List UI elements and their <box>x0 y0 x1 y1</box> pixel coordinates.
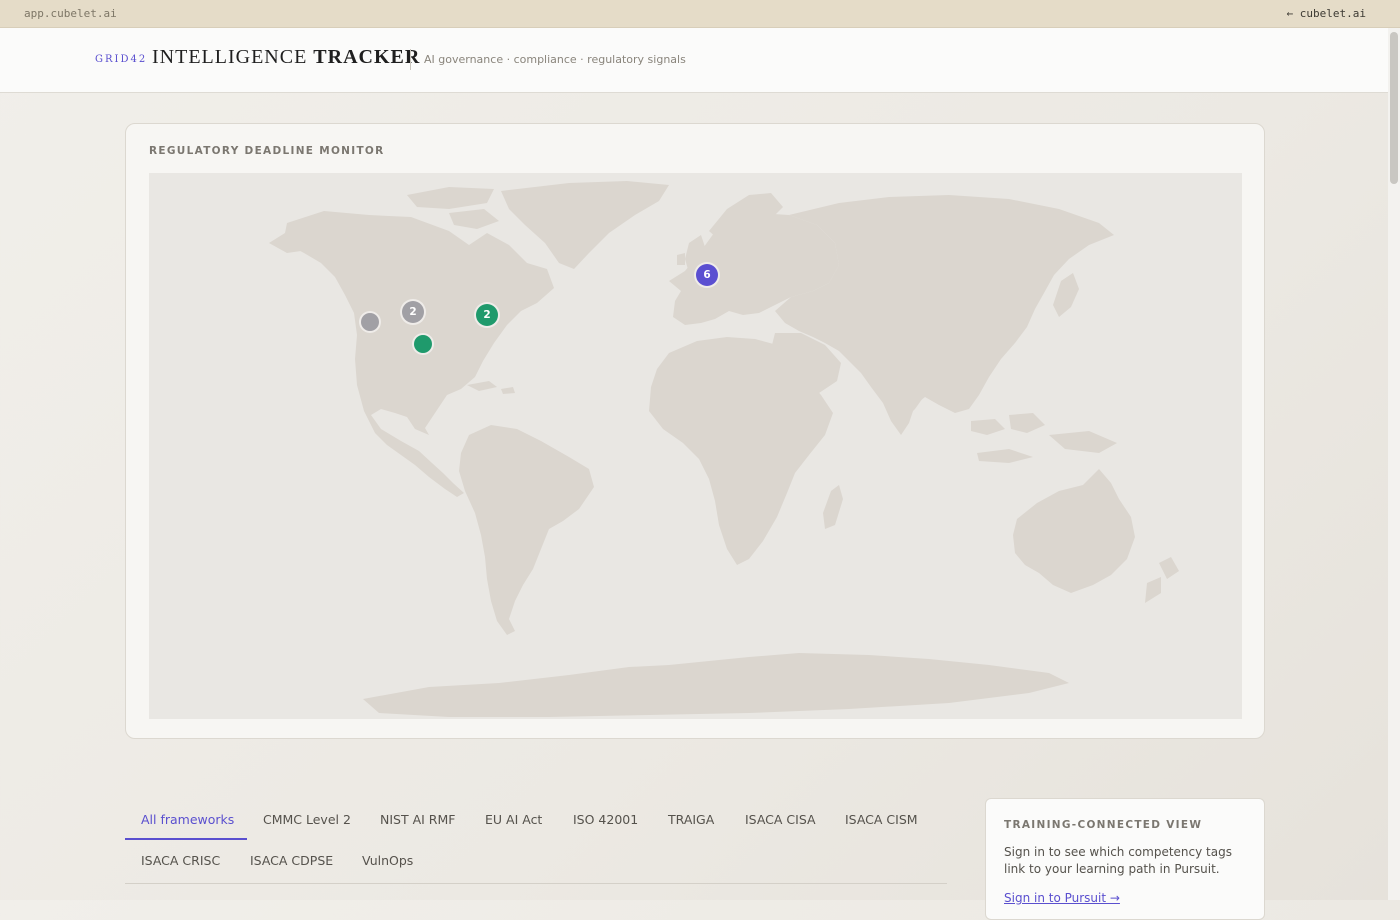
tab-traiga[interactable]: TRAIGA <box>668 812 714 827</box>
tab-isaca-cdpse[interactable]: ISACA CDPSE <box>250 853 333 868</box>
training-connected-view-card: TRAINING-CONNECTED VIEW Sign in to see w… <box>985 798 1265 920</box>
browser-top-bar: app.cubelet.ai ← cubelet.ai <box>0 0 1400 28</box>
regulatory-deadline-monitor-card: REGULATORY DEADLINE MONITOR 6 2 2 <box>125 123 1265 739</box>
map-marker-texas[interactable] <box>414 335 432 353</box>
tab-isaca-crisc[interactable]: ISACA CRISC <box>141 853 220 868</box>
side-card-text: Sign in to see which competency tags lin… <box>1004 845 1232 876</box>
host-label: app.cubelet.ai <box>24 7 117 20</box>
back-to-cubelet-link[interactable]: ← cubelet.ai <box>1287 7 1366 20</box>
tab-isaca-cism[interactable]: ISACA CISM <box>845 812 918 827</box>
sign-in-to-pursuit-link[interactable]: Sign in to Pursuit → <box>1004 891 1120 905</box>
tab-cmmc-level-2[interactable]: CMMC Level 2 <box>263 812 351 827</box>
side-card-title: TRAINING-CONNECTED VIEW <box>1004 819 1203 831</box>
page-title: INTELLIGENCE TRACKER <box>152 46 420 69</box>
tab-all-frameworks[interactable]: All frameworks <box>141 812 234 827</box>
title-bold: TRACKER <box>313 46 421 68</box>
map-marker-california[interactable] <box>361 313 379 331</box>
tab-iso-42001[interactable]: ISO 42001 <box>573 812 638 827</box>
map-marker-europe[interactable]: 6 <box>696 264 718 286</box>
map-marker-us-west[interactable]: 2 <box>402 301 424 323</box>
brand-label: GRID42 <box>95 54 148 65</box>
page-scrollbar[interactable] <box>1388 28 1400 900</box>
tab-eu-ai-act[interactable]: EU AI Act <box>485 812 542 827</box>
scrollbar-thumb[interactable] <box>1390 32 1398 184</box>
world-map[interactable]: 6 2 2 <box>149 173 1242 719</box>
title-light: INTELLIGENCE <box>152 46 308 68</box>
tab-isaca-cisa[interactable]: ISACA CISA <box>745 812 816 827</box>
map-marker-us-east[interactable]: 2 <box>476 304 498 326</box>
header-divider <box>410 49 411 70</box>
tab-vulnops[interactable]: VulnOps <box>362 853 413 868</box>
map-card-title: REGULATORY DEADLINE MONITOR <box>149 145 385 157</box>
tab-nist-ai-rmf[interactable]: NIST AI RMF <box>380 812 455 827</box>
world-map-land <box>269 181 1179 717</box>
framework-tabs: All frameworks CMMC Level 2 NIST AI RMF … <box>125 798 947 884</box>
active-tab-underline <box>125 838 247 840</box>
app-header: GRID42 INTELLIGENCE TRACKER AI governanc… <box>0 28 1388 93</box>
header-subtitle: AI governance · compliance · regulatory … <box>424 53 686 66</box>
